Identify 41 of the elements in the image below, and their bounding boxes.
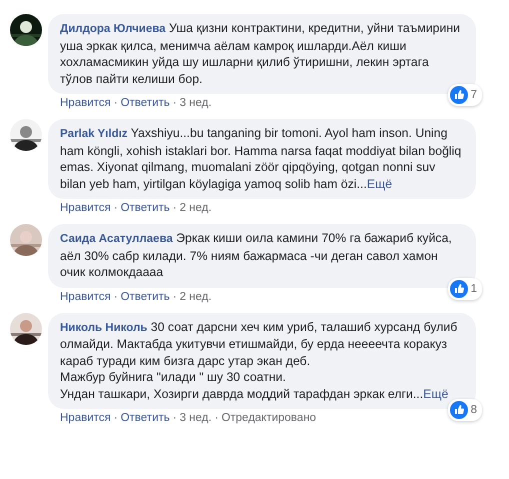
separator: ·	[114, 202, 118, 214]
see-more-link[interactable]: Ещё	[366, 176, 392, 190]
reaction-badge[interactable]: 7	[448, 84, 482, 106]
comment-text: Parlak Yıldız Yaxshiyu...bu tanganing bir tomoni. Ayol ham inson. Uning ham köngli, xohish istaklari bor. Hamma narsa faqat moddiyat bilan boğliq emas. Xiyonat qilmang, muomalani zöör qipqöying, qotgan nonni suv bilan yeb ham, yirtilgan köylagiga yamoq solib ham özi...Ещё	[60, 125, 462, 192]
reaction-count: 7	[470, 89, 477, 101]
separator: ·	[114, 412, 118, 424]
comment-text: Саида Асатуллаева Эркак киши оила камини 70% га бажариб куйса, аёл 30% сабр килади. 7% ниям бажармаса -чи деган савол хамон очик колмокдаааа	[60, 230, 453, 280]
author-link[interactable]: Дилдора Юлчиева	[60, 23, 166, 35]
reply-link[interactable]: Ответить	[120, 290, 170, 302]
like-link[interactable]: Нравится	[60, 97, 111, 109]
like-link[interactable]: Нравится	[60, 290, 111, 302]
separator: ·	[172, 97, 177, 109]
comment-text: Дилдора Юлчиева Уша қизни контрактини, кредитни, уйни таъмирини уша эркак қилса, менимча аёлам камроқ ишларди.Аёл киши хохламасмикин уйда шу ишларни қилиб ўтиришни, лекин эртага тўлов пайти келиши бор.	[60, 20, 462, 87]
separator: ·	[114, 290, 118, 302]
timestamp[interactable]: 3 нед.	[180, 97, 212, 109]
thumbs-up-icon	[450, 86, 468, 104]
comment-text: Николь Николь 30 соат дарсни хеч ким уриб, талашиб хурсанд булиб олмайди. Мактабда укитувчи етишмайди, бу ерда неееечта коракуз караб туради ким бизга дарс утар экан деб. Мажбур буйнига "илади " шу 30 соатни. Ундан ташкари, Хозирги даврда моддий тарафдан эркак елги...Ещё	[60, 318, 458, 402]
timestamp[interactable]: 2 нед.	[180, 202, 212, 214]
thumbs-up-icon	[450, 401, 468, 419]
separator: ·	[172, 412, 177, 424]
edited-label[interactable]: Отредактировано	[221, 412, 316, 424]
separator: ·	[214, 412, 218, 424]
see-more-link[interactable]: Ещё	[423, 386, 448, 400]
reply-link[interactable]: Ответить	[120, 97, 170, 109]
reaction-badge[interactable]: 8	[448, 399, 482, 421]
reply-link[interactable]: Ответить	[120, 412, 170, 424]
separator: ·	[114, 97, 118, 109]
separator: ·	[172, 290, 177, 302]
timestamp[interactable]: 3 нед.	[180, 412, 212, 424]
thumbs-up-icon	[450, 280, 468, 298]
reaction-badge[interactable]: 1	[448, 278, 482, 300]
like-link[interactable]: Нравится	[60, 412, 111, 424]
author-link[interactable]: Николь Николь	[60, 322, 148, 334]
reply-link[interactable]: Ответить	[120, 202, 170, 214]
timestamp[interactable]: 2 нед.	[180, 290, 212, 302]
separator: ·	[172, 202, 177, 214]
reaction-count: 8	[470, 404, 477, 416]
reaction-count: 1	[470, 282, 477, 294]
like-link[interactable]: Нравится	[60, 202, 111, 214]
author-link[interactable]: Саида Асатуллаева	[60, 233, 173, 245]
author-link[interactable]: Parlak Yıldız	[60, 128, 128, 140]
